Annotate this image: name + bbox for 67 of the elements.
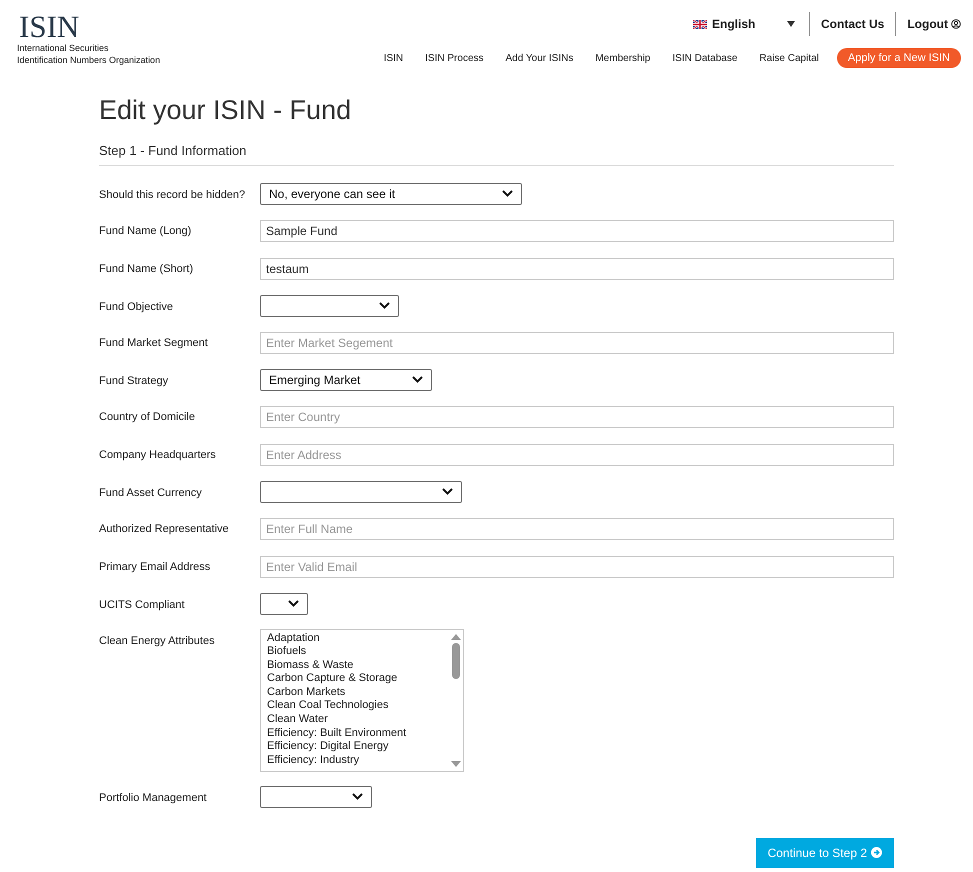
field-label: Company Headquarters bbox=[99, 448, 217, 462]
list-option[interactable]: Carbon Capture & Storage bbox=[267, 672, 449, 686]
dropdown-field[interactable] bbox=[260, 480, 462, 502]
input-field[interactable]: Enter Market Segement bbox=[260, 332, 894, 354]
field-label: Fund Asset Currency bbox=[99, 486, 203, 500]
field-label: Country of Domicile bbox=[99, 410, 196, 424]
list-option[interactable]: Adaptation bbox=[267, 632, 449, 646]
dropdown-field[interactable]: Emerging Market bbox=[260, 368, 432, 390]
input-field[interactable]: Enter Country bbox=[260, 406, 894, 428]
scroll-thumb[interactable] bbox=[452, 643, 460, 679]
dropdown-field[interactable] bbox=[260, 786, 372, 808]
input-field[interactable]: Enter Valid Email bbox=[260, 556, 894, 578]
input-field[interactable]: Enter Address bbox=[260, 444, 894, 466]
field-label: Authorized Representative bbox=[99, 522, 230, 536]
dropdown-field[interactable] bbox=[260, 592, 308, 614]
dropdown-value: No, everyone can see it bbox=[269, 186, 396, 202]
input-field[interactable]: testaum bbox=[260, 258, 894, 280]
field-label: Fund Market Segment bbox=[99, 336, 209, 350]
field-label: Fund Objective bbox=[99, 300, 174, 314]
logo-wordmark[interactable]: ISIN bbox=[17, 12, 160, 42]
contact-us-link[interactable]: Contact Us bbox=[810, 15, 896, 33]
field-label: Fund Strategy bbox=[99, 374, 170, 388]
uk-flag-icon bbox=[693, 20, 707, 28]
nav-link[interactable]: Membership bbox=[584, 50, 662, 66]
chevron-down-icon bbox=[442, 488, 453, 495]
logo-tagline: International Securities bbox=[17, 42, 110, 54]
language-selector[interactable]: English bbox=[712, 15, 782, 33]
nav-link[interactable]: Add Your ISINs bbox=[494, 50, 584, 66]
chevron-down-icon bbox=[352, 793, 363, 800]
list-option[interactable]: Clean Water bbox=[267, 713, 449, 727]
dropdown-field[interactable] bbox=[260, 294, 399, 316]
chevron-down-icon bbox=[412, 376, 423, 383]
field-label: Clean Energy Attributes bbox=[99, 634, 216, 648]
field-label: Fund Name (Long) bbox=[99, 224, 192, 238]
logo-tagline: Identification Numbers Organization bbox=[17, 54, 160, 66]
scroll-up-icon[interactable] bbox=[451, 632, 461, 640]
dropdown-field[interactable]: No, everyone can see it bbox=[260, 182, 522, 204]
nav-link[interactable]: ISIN Process bbox=[414, 50, 495, 66]
list-box[interactable]: Adaptation Biofuels Biomass & Waste Carbon Capture & Storage Carbon Markets Clean Coal Technologies Clean Water Efficiency: Built Environment Efficiency: Digital Energy Efficiency: Industry bbox=[260, 628, 464, 772]
list-option[interactable]: Efficiency: Digital Energy bbox=[267, 740, 449, 754]
chevron-down-icon bbox=[502, 190, 513, 197]
field-label: UCITS Compliant bbox=[99, 598, 186, 612]
chevron-down-icon bbox=[288, 600, 299, 607]
user-icon bbox=[951, 19, 961, 29]
step-heading: Step 1 - Fund Information bbox=[99, 141, 894, 166]
list-option[interactable]: Biofuels bbox=[267, 645, 449, 659]
list-option[interactable]: Clean Coal Technologies bbox=[267, 699, 449, 714]
field-label: Should this record be hidden? bbox=[99, 188, 246, 202]
dropdown-value: Emerging Market bbox=[269, 372, 360, 388]
list-option[interactable]: Biomass & Waste bbox=[267, 658, 449, 672]
list-option[interactable]: Carbon Markets bbox=[267, 686, 449, 700]
caret-down-icon[interactable] bbox=[787, 21, 795, 27]
arrow-right-circle-icon bbox=[871, 847, 882, 858]
scroll-down-icon[interactable] bbox=[451, 760, 461, 768]
chevron-down-icon bbox=[379, 302, 390, 309]
nav-link[interactable]: ISIN bbox=[372, 50, 414, 66]
logout-link[interactable]: Logout bbox=[896, 15, 961, 33]
list-option[interactable]: Efficiency: Industry bbox=[267, 754, 449, 768]
nav-link[interactable]: Raise Capital bbox=[748, 50, 830, 66]
field-label: Fund Name (Short) bbox=[99, 262, 194, 276]
field-label: Portfolio Management bbox=[99, 790, 208, 806]
field-label: Primary Email Address bbox=[99, 560, 212, 574]
input-field[interactable]: Enter Full Name bbox=[260, 518, 894, 540]
page-title: Edit your ISIN - Fund bbox=[99, 94, 352, 126]
nav-link[interactable]: ISIN Database bbox=[661, 50, 748, 66]
list-option[interactable]: Efficiency: Built Environment bbox=[267, 726, 449, 740]
input-field[interactable]: Sample Fund bbox=[260, 220, 894, 242]
